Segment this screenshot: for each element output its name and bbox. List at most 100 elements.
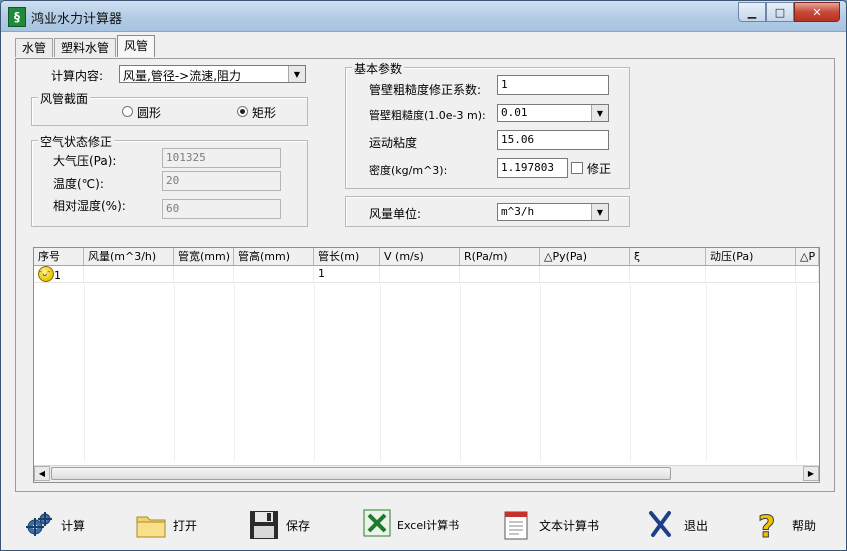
roughness-select[interactable]: 0.01 ▼ <box>497 104 609 122</box>
duct-section-title: 风管截面 <box>38 90 91 107</box>
radio-round[interactable] <box>122 106 133 117</box>
calculate-button[interactable]: 计算 <box>23 508 85 542</box>
pressure-field[interactable]: 101325 <box>162 148 281 168</box>
grid-line <box>174 282 175 462</box>
maximize-button[interactable]: □ <box>766 2 794 22</box>
close-icon: ✕ <box>812 5 822 19</box>
column-header[interactable]: 管宽(mm) <box>174 248 234 265</box>
calculate-label: 计算 <box>61 518 86 533</box>
table-cell[interactable] <box>460 266 540 282</box>
excel-report-button[interactable]: Excel计算书 <box>363 508 459 542</box>
table-cell[interactable]: 1 <box>34 266 84 282</box>
radio-rect[interactable] <box>237 106 248 117</box>
grid-line <box>460 282 461 462</box>
title-bar[interactable]: § 鸿业水力计算器 ▁ □ ✕ <box>1 1 846 32</box>
column-header[interactable]: R(Pa/m) <box>460 248 540 265</box>
column-header[interactable]: △P <box>796 248 819 265</box>
correct-checkbox[interactable] <box>571 162 583 174</box>
exit-button[interactable]: 退出 <box>646 508 708 542</box>
window-controls: ▁ □ ✕ <box>738 2 840 22</box>
maximize-icon: □ <box>774 5 786 19</box>
scroll-thumb[interactable] <box>51 467 671 480</box>
column-header[interactable]: 序号 <box>34 248 84 265</box>
table-cell[interactable] <box>380 266 460 282</box>
open-button[interactable]: 打开 <box>135 508 197 542</box>
minimize-button[interactable]: ▁ <box>738 2 766 22</box>
table-cell[interactable] <box>796 266 819 282</box>
column-header[interactable]: 管高(mm) <box>234 248 314 265</box>
table-cell[interactable] <box>234 266 314 282</box>
unit-select[interactable]: m^3/h ▼ <box>497 203 609 221</box>
column-header[interactable]: 管长(m) <box>314 248 380 265</box>
correct-label: 修正 <box>587 162 612 176</box>
pressure-label: 大气压(Pa): <box>53 154 117 168</box>
table-cell[interactable]: 1 <box>314 266 380 282</box>
calc-content-value: 风量,管径->流速,阻力 <box>123 69 242 83</box>
excel-icon <box>363 509 391 541</box>
table-cell[interactable] <box>174 266 234 282</box>
grid-line <box>540 282 541 462</box>
table-cell[interactable] <box>706 266 796 282</box>
tab-strip: 水管 塑料水管 风管 <box>15 35 156 58</box>
temperature-label: 温度(℃): <box>53 177 104 191</box>
excel-report-label: Excel计算书 <box>397 519 460 532</box>
text-report-button[interactable]: 文本计算书 <box>501 508 599 542</box>
unit-label: 风量单位: <box>369 207 422 221</box>
table-cell[interactable] <box>84 266 174 282</box>
density-field[interactable]: 1.197803 <box>497 158 568 178</box>
minimize-icon: ▁ <box>747 5 757 19</box>
chevron-down-icon[interactable]: ▼ <box>288 66 305 82</box>
tab-water-pipe[interactable]: 水管 <box>15 38 54 57</box>
text-report-label: 文本计算书 <box>539 518 600 533</box>
density-label: 密度(kg/m^3): <box>369 164 448 177</box>
table-row[interactable]: 1 1 <box>34 266 819 283</box>
humidity-label: 相对湿度(%): <box>53 199 126 213</box>
folder-icon <box>135 509 167 541</box>
roughness-value: 0.01 <box>501 106 528 119</box>
calc-content-label: 计算内容: <box>51 69 104 83</box>
column-header[interactable]: 风量(m^3/h) <box>84 248 174 265</box>
calc-content-select[interactable]: 风量,管径->流速,阻力 ▼ <box>119 65 306 83</box>
exit-label: 退出 <box>684 518 709 533</box>
roughness-label: 管壁粗糙度(1.0e-3 m): <box>369 109 486 122</box>
rough-coef-label: 管壁粗糙度修正系数: <box>369 83 482 97</box>
chevron-down-icon[interactable]: ▼ <box>591 204 608 220</box>
grid-line <box>796 282 797 462</box>
temperature-field[interactable]: 20 <box>162 171 281 191</box>
close-button[interactable]: ✕ <box>794 2 840 22</box>
column-header[interactable]: 动压(Pa) <box>706 248 796 265</box>
humidity-field[interactable]: 60 <box>162 199 281 219</box>
scroll-left-icon[interactable]: ◀ <box>34 466 50 481</box>
help-label: 帮助 <box>792 518 817 533</box>
results-grid[interactable]: 序号 风量(m^3/h) 管宽(mm) 管高(mm) 管长(m) V (m/s)… <box>33 247 820 483</box>
tab-air-duct[interactable]: 风管 <box>117 35 156 57</box>
column-header[interactable]: △Py(Pa) <box>540 248 630 265</box>
rough-coef-field[interactable]: 1 <box>497 75 609 95</box>
save-label: 保存 <box>286 518 311 533</box>
app-window: § 鸿业水力计算器 ▁ □ ✕ 水管 塑料水管 风管 计算内容: 风量,管径->… <box>0 0 847 551</box>
radio-rect-label: 矩形 <box>252 106 277 120</box>
table-cell[interactable] <box>540 266 630 282</box>
horizontal-scrollbar[interactable]: ◀ ▶ <box>34 465 819 482</box>
grid-line <box>380 282 381 462</box>
open-label: 打开 <box>173 518 198 533</box>
exit-x-icon <box>646 509 678 541</box>
help-button[interactable]: ? 帮助 <box>754 508 817 546</box>
basic-params-title: 基本参数 <box>352 60 405 77</box>
radio-round-label: 圆形 <box>137 106 162 120</box>
viscosity-field[interactable]: 15.06 <box>497 130 609 150</box>
grid-line <box>314 282 315 462</box>
scroll-right-icon[interactable]: ▶ <box>803 466 819 481</box>
chevron-down-icon[interactable]: ▼ <box>591 105 608 121</box>
grid-line <box>706 282 707 462</box>
column-header[interactable]: ξ <box>630 248 706 265</box>
column-header[interactable]: V (m/s) <box>380 248 460 265</box>
grid-line <box>630 282 631 462</box>
air-state-title: 空气状态修正 <box>38 133 115 150</box>
floppy-disk-icon <box>248 509 280 541</box>
grid-line <box>84 282 85 462</box>
tab-plastic-pipe[interactable]: 塑料水管 <box>54 38 117 57</box>
table-cell[interactable] <box>630 266 706 282</box>
save-button[interactable]: 保存 <box>248 508 310 542</box>
unit-value: m^3/h <box>501 205 535 218</box>
